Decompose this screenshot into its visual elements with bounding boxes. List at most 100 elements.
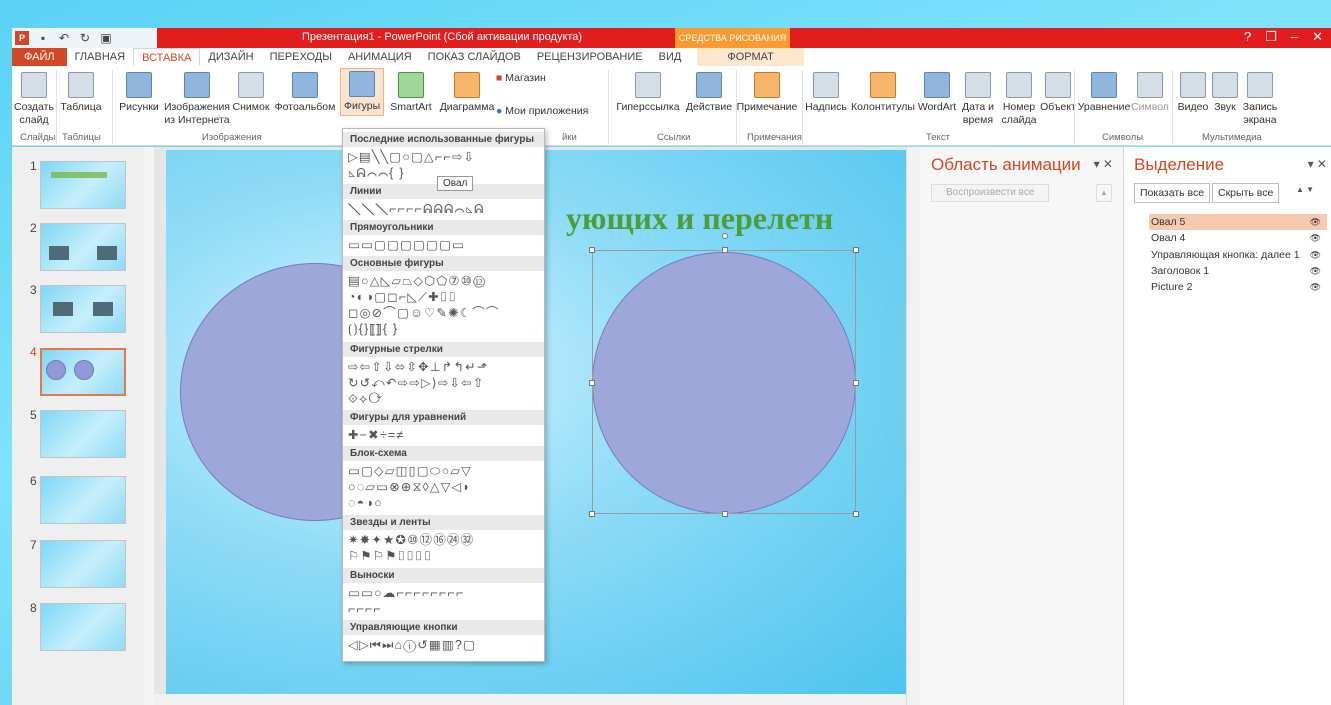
save-icon[interactable]: ▪ [36,31,50,45]
pictures-button[interactable]: Рисунки [117,72,161,114]
store-button[interactable]: ■ Магазин [496,72,552,85]
shape-row[interactable]: ○◌▱▭⊗⊕⧖◊△▽◁◗ [348,480,471,494]
tab-file[interactable]: ФАЙЛ [12,48,67,66]
slide-thumbnail-5[interactable] [40,410,126,458]
horizontal-scrollbar[interactable] [154,694,906,705]
photo-album-button[interactable]: Фотоальбом [272,72,338,114]
action-button[interactable]: Действие [684,72,734,114]
date-time-button[interactable]: Дата и время [958,72,998,127]
shape-row[interactable]: ⟮⟯{}⟦⟧{ } [348,322,398,336]
thumbnails-scrollbar[interactable] [144,147,154,705]
selection-item[interactable]: Управляющая кнопка: далее 1 👁 [1149,247,1327,263]
screenshot-button[interactable]: Снимок [230,72,272,114]
eye-icon[interactable]: 👁 [1310,247,1321,263]
shape-row[interactable]: ↻↺⤺↶⇨⇨▷⟩⇨⇩⇦⇧ [348,376,485,390]
chart-button[interactable]: Диаграмма [439,72,495,114]
shape-row[interactable]: ⚐⚑⚐⚑⌷⌷⌷⌷ [348,549,432,563]
restore-icon[interactable]: ❐ [1265,29,1277,45]
header-footer-button[interactable]: Колонтитулы [850,72,916,114]
tab-home[interactable]: ГЛАВНАЯ [67,48,133,66]
online-pictures-button[interactable]: Изображения из Интернета [162,72,232,127]
tab-format[interactable]: ФОРМАТ [697,48,804,66]
tab-review[interactable]: РЕЦЕНЗИРОВАНИЕ [529,48,651,66]
resize-handle[interactable] [853,511,859,517]
shape-row[interactable]: ▭▭▢▢▢▢▢▢▭ [348,238,465,252]
selection-item[interactable]: Овал 4 👁 [1149,230,1327,246]
tab-transitions[interactable]: ПЕРЕХОДЫ [262,48,340,66]
shape-row[interactable]: ▭▭○☁⌐⌐⌐⌐⌐⌐⌐⌐ [348,586,464,600]
my-apps-button[interactable]: ● Мои приложения [496,105,606,118]
video-button[interactable]: Видео [1176,72,1210,114]
table-button[interactable]: Таблица [58,72,104,114]
redo-icon[interactable]: ↻ [78,31,92,45]
tab-design[interactable]: ДИЗАЙН [200,48,261,66]
move-up-icon[interactable]: ▲ [1096,184,1112,202]
slide-title[interactable]: ующих и перелетн [566,200,833,237]
slide-thumbnail-7[interactable] [40,540,126,588]
eye-icon[interactable]: 👁 [1310,214,1321,230]
slide-number-button[interactable]: Номер слайда [998,72,1040,127]
tab-slideshow[interactable]: ПОКАЗ СЛАЙДОВ [420,48,529,66]
shape-row[interactable]: ✷✸✦★✪⑩⑫⑯㉔㉜ [348,533,474,547]
slide-thumbnail-8[interactable] [40,603,126,651]
slide-thumbnail-4[interactable] [40,348,126,396]
object-button[interactable]: Объект [1040,72,1076,114]
shape-row[interactable]: ◁▷⏮⏭⌂ⓘ↺▦▥?▢ [348,638,476,652]
minimize-icon[interactable]: – [1291,29,1298,45]
slide-thumbnail-6[interactable] [40,476,126,524]
audio-button[interactable]: Звук [1210,72,1240,114]
slide-thumbnail-3[interactable] [40,285,126,333]
selection-item[interactable]: Овал 5 👁 [1149,214,1327,230]
comment-button[interactable]: Примечание [734,72,800,114]
shapes-button[interactable]: Фигуры [340,68,384,116]
eye-icon[interactable]: 👁 [1310,230,1321,246]
smartart-button[interactable]: SmartArt [384,72,438,114]
tab-view[interactable]: ВИД [651,48,690,66]
shape-row[interactable]: ⟐⟡⟳ [348,392,383,406]
resize-handle[interactable] [853,247,859,253]
shape-row[interactable]: ▷▤╲╲▢○▢△⌐⌐⇨⇩ [348,150,475,164]
hide-all-button[interactable]: Скрыть все [1212,183,1280,203]
selection-item[interactable]: Заголовок 1 👁 [1149,263,1327,279]
selection-item[interactable]: Picture 2 👁 [1149,279,1327,295]
shape-row[interactable]: ▭▢◇▱◫▯▢⬭○▱▽ [348,464,472,478]
eye-icon[interactable]: 👁 [1310,263,1321,279]
resize-handle[interactable] [853,380,859,386]
tab-animations[interactable]: АНИМАЦИЯ [340,48,420,66]
resize-handle[interactable] [722,511,728,517]
slide-thumbnail-2[interactable] [40,223,126,271]
slide-scrollbar[interactable] [906,147,920,705]
shape-row[interactable]: ⌐⌐⌐⌐ [348,602,382,616]
play-all-button[interactable]: Воспроизвести все [931,184,1049,202]
undo-icon[interactable]: ↶ [57,31,71,45]
show-all-button[interactable]: Показать все [1134,183,1211,203]
selection-pane-close-icon[interactable]: ▾ ✕ [1308,157,1327,171]
equation-button[interactable]: Уравнение [1076,72,1132,114]
wordart-button[interactable]: WordArt [916,72,958,114]
reorder-arrows-icon[interactable]: ▲ ▼ [1296,185,1314,194]
new-slide-button[interactable]: Создать слайд [14,72,54,127]
rotate-handle[interactable] [722,233,728,239]
tab-insert[interactable]: ВСТАВКА [133,48,201,66]
shape-row[interactable]: ◺ᕱ⌒⌒{ } [348,166,405,180]
shape-row[interactable]: ◔◐◑▢◻⌐◺⟋✚⌷⌷ [348,290,457,304]
hyperlink-button[interactable]: Гиперссылка [612,72,684,114]
textbox-button[interactable]: Надпись [802,72,850,114]
animation-pane-close-icon[interactable]: ▾ ✕ [1094,157,1113,171]
shape-row[interactable]: ▤○△◺▱⏢◇⬡⬠⑦⑩⑫ [348,274,486,288]
shape-row[interactable]: ╲╲╲⌐⌐⌐⌐ᕱᕱᕱ⌒◺ᕱ [348,202,485,216]
close-icon[interactable]: ✕ [1312,29,1323,45]
resize-handle[interactable] [589,247,595,253]
eye-icon[interactable]: 👁 [1310,279,1321,295]
screen-recording-button[interactable]: Запись экрана [1238,72,1282,127]
shape-row[interactable]: ◻◎⊘⌒▢☺♡✎✺☾⌒⌒ [348,306,500,320]
symbol-button[interactable]: Символ [1130,72,1170,114]
resize-handle[interactable] [589,511,595,517]
resize-handle[interactable] [589,380,595,386]
shape-row[interactable]: ◌◓◑○ [348,496,383,510]
shape-row[interactable]: ✚−✖÷=≠ [348,428,404,442]
slide-thumbnail-1[interactable] [40,161,126,209]
help-icon[interactable]: ? [1244,29,1251,45]
start-slideshow-icon[interactable]: ▣ [99,31,113,45]
resize-handle[interactable] [722,247,728,253]
